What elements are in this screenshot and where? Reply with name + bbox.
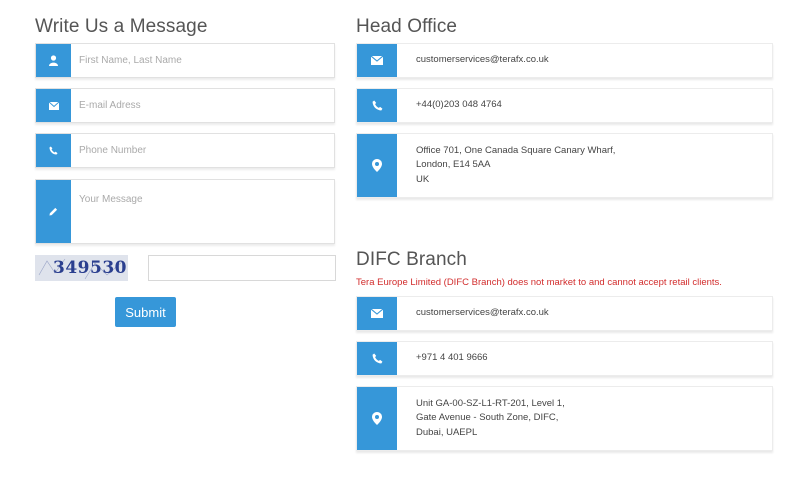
captcha-text: 349530: [53, 258, 127, 278]
envelope-icon: [357, 44, 397, 77]
envelope-icon: [357, 297, 397, 330]
difc-email-card: customerservices@terafx.co.uk: [356, 296, 773, 331]
map-marker-icon: [357, 387, 397, 450]
email-input[interactable]: [71, 89, 334, 122]
pencil-icon: [36, 180, 71, 243]
difc-phone-card: +971 4 401 9666: [356, 341, 773, 376]
submit-button[interactable]: Submit: [115, 297, 176, 327]
map-marker-icon: [357, 134, 397, 197]
difc-address-card: Unit GA-00-SZ-L1-RT-201, Level 1, Gate A…: [356, 386, 773, 451]
name-input[interactable]: [71, 44, 334, 77]
captcha-image: 349530: [35, 255, 128, 281]
user-icon: [36, 44, 71, 77]
phone-icon: [357, 342, 397, 375]
captcha-input[interactable]: [148, 255, 336, 281]
difc-email[interactable]: customerservices@terafx.co.uk: [416, 306, 549, 321]
message-textarea[interactable]: [71, 180, 334, 243]
difc-address-line: Dubai, UAEPL: [416, 426, 478, 438]
head-office-address-line: UK: [416, 173, 430, 185]
head-office-address-card: Office 701, One Canada Square Canary Wha…: [356, 133, 773, 198]
difc-notice: Tera Europe Limited (DIFC Branch) does n…: [356, 277, 722, 288]
email-field[interactable]: [35, 88, 335, 123]
difc-address-line: Unit GA-00-SZ-L1-RT-201, Level 1,: [416, 397, 565, 409]
difc-phone[interactable]: +971 4 401 9666: [416, 351, 488, 366]
head-office-title: Head Office: [356, 16, 458, 37]
phone-field[interactable]: [35, 133, 335, 168]
head-office-email-card: customerservices@terafx.co.uk: [356, 43, 773, 78]
difc-address-line: Gate Avenue - South Zone, DIFC,: [416, 412, 559, 424]
head-office-email[interactable]: customerservices@terafx.co.uk: [416, 53, 549, 68]
head-office-address-line: Office 701, One Canada Square Canary Wha…: [416, 144, 616, 156]
phone-icon: [357, 89, 397, 122]
name-field[interactable]: [35, 43, 335, 78]
envelope-icon: [36, 89, 71, 122]
head-office-address-line: London, E14 5AA: [416, 159, 491, 171]
difc-title: DIFC Branch: [356, 249, 467, 270]
phone-icon: [36, 134, 71, 167]
phone-input[interactable]: [71, 134, 334, 167]
head-office-phone-card: +44(0)203 048 4764: [356, 88, 773, 123]
message-field[interactable]: [35, 179, 335, 244]
form-title: Write Us a Message: [35, 16, 208, 37]
head-office-phone[interactable]: +44(0)203 048 4764: [416, 98, 502, 113]
